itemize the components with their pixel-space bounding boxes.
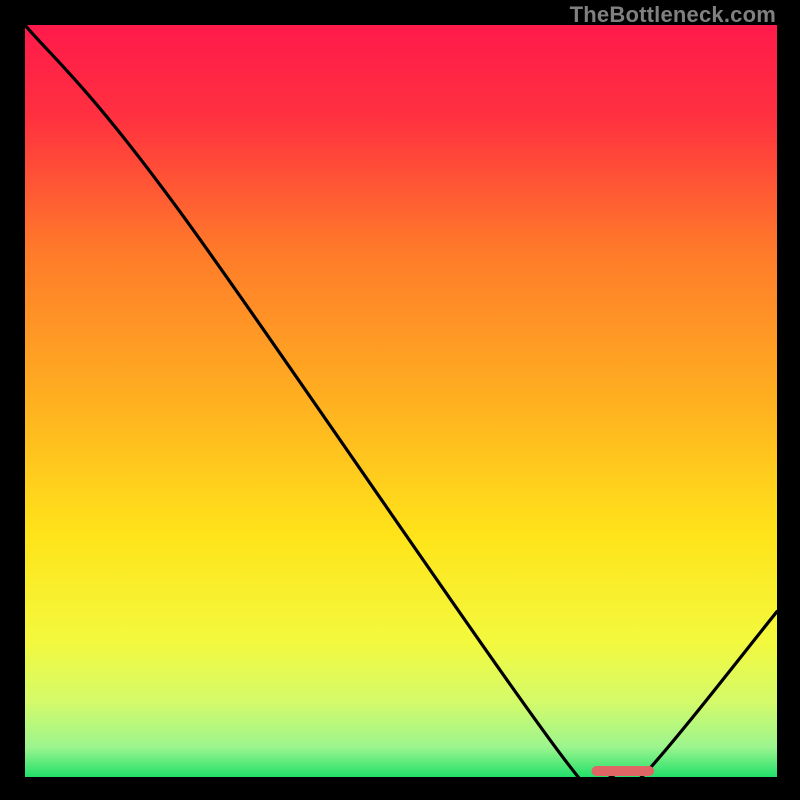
background-gradient [25, 25, 777, 777]
chart-container: TheBottleneck.com [0, 0, 800, 800]
plot-area [25, 25, 777, 777]
